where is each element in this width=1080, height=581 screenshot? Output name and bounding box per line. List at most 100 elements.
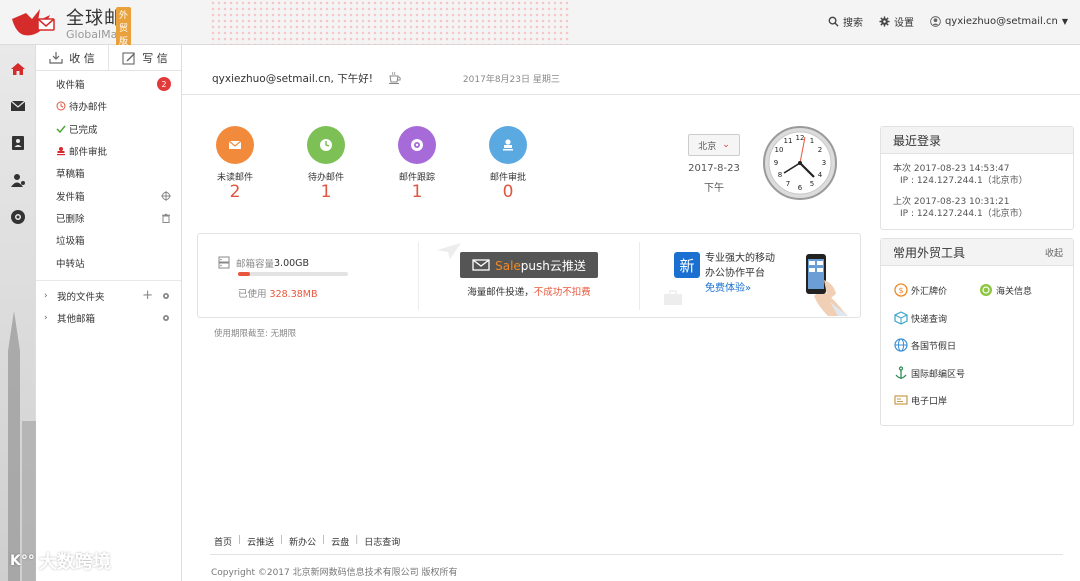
search-link[interactable]: 搜索 xyxy=(828,14,863,29)
footer-divider xyxy=(210,554,1063,555)
folder-group-label: 我的文件夹 xyxy=(57,291,105,303)
tool-label: 外汇牌价 xyxy=(911,286,948,297)
xin-line1: 专业强大的移动 xyxy=(705,253,775,264)
folder-spam[interactable]: 垃圾箱 xyxy=(36,229,181,251)
stat-unread[interactable]: 未读邮件 2 xyxy=(200,126,270,201)
add-folder-icon[interactable]: + xyxy=(142,288,153,303)
top-links: 搜索 设置 qyxiezhuo@setmail.cn ▼ xyxy=(828,14,1068,29)
stat-value: 1 xyxy=(320,182,332,202)
other-mailboxes[interactable]: › 其他邮箱 xyxy=(36,307,181,329)
stat-value: 0 xyxy=(502,182,514,202)
my-folders[interactable]: › 我的文件夹 + xyxy=(36,285,181,307)
trade-tools-panel: 常用外贸工具 收起 $ 外汇牌价 海关信息 快递查询 各国节假日 国际邮编区号 … xyxy=(880,238,1074,426)
target-icon xyxy=(411,139,423,151)
tool-express[interactable]: 快递查询 xyxy=(894,311,947,325)
folder-approval[interactable]: 邮件审批 xyxy=(36,140,181,162)
footer-link[interactable]: 新办公 xyxy=(289,535,316,548)
footer-link[interactable]: 首页 xyxy=(214,535,232,548)
tool-e-port[interactable]: 电子口岸 xyxy=(894,393,947,407)
footer-link[interactable]: 日志查询 xyxy=(364,535,400,548)
top-header: 全球邮 GlobalMail 外贸版 搜索 设置 qyxiezhuo@setma… xyxy=(0,0,1080,48)
mail-nav[interactable] xyxy=(7,95,29,117)
unread-count-badge: 2 xyxy=(157,77,171,92)
tool-label: 海关信息 xyxy=(996,286,1033,297)
apps-nav[interactable] xyxy=(7,206,29,228)
city-select[interactable]: 北京 ⌄ xyxy=(688,134,740,156)
app-logo[interactable]: 全球邮 GlobalMail 外贸版 xyxy=(10,4,132,48)
stat-circle xyxy=(489,126,527,164)
contacts-nav[interactable] xyxy=(7,132,29,154)
folder-todo[interactable]: 待办邮件 xyxy=(36,95,181,117)
folder-label: 中转站 xyxy=(56,258,85,270)
trash-icon[interactable] xyxy=(161,213,171,223)
login-time: 上次 2017-08-23 10:31:21 xyxy=(893,197,1010,207)
tool-holidays[interactable]: 各国节假日 xyxy=(894,338,956,352)
watermark-logo-icon: K°° xyxy=(10,553,35,569)
watermark-text: 大数跨境 xyxy=(38,552,111,573)
footer-link[interactable]: 云推送 xyxy=(247,535,274,548)
home-nav[interactable] xyxy=(7,58,29,80)
stat-approval[interactable]: 邮件审批 0 xyxy=(473,126,543,201)
folder-outbox[interactable]: 发件箱 xyxy=(36,184,181,206)
salepush-brand-b: push xyxy=(520,258,550,273)
search-label: 搜索 xyxy=(842,18,863,29)
stat-circle xyxy=(216,126,254,164)
globe-icon xyxy=(894,338,908,352)
svg-text:11: 11 xyxy=(784,137,793,145)
copyright: Copyright ©2017 北京新网数码信息技术有限公司 版权所有 xyxy=(211,568,458,578)
gear-icon[interactable] xyxy=(161,313,171,323)
clock-date: 2017-8-23 xyxy=(688,163,740,174)
greeting-date: 2017年8月23日 星期三 xyxy=(462,74,560,85)
salepush-banner[interactable]: Salepush云推送 xyxy=(460,252,598,278)
account-email: qyxiezhuo@setmail.cn xyxy=(944,16,1058,27)
receive-button[interactable]: 收 信 xyxy=(36,45,109,70)
stat-value: 2 xyxy=(229,182,241,202)
analog-clock-icon: 12 12 345 678 91011 xyxy=(763,126,837,200)
capacity-total: 3.00GB xyxy=(274,257,310,269)
expiry-note: 使用期限截至: 无期限 xyxy=(214,329,297,339)
chevron-right-icon: › xyxy=(44,312,48,323)
last-login-panel: 最近登录 本次 2017-08-23 14:53:47 IP : 124.127… xyxy=(880,126,1074,230)
footer-link[interactable]: 云盘 xyxy=(331,535,349,548)
tool-customs[interactable]: 海关信息 xyxy=(979,283,1032,297)
svg-text:4: 4 xyxy=(818,171,823,179)
paper-plane-icon xyxy=(437,243,461,259)
account-menu[interactable]: qyxiezhuo@setmail.cn ▼ xyxy=(930,14,1068,29)
folder-transfer[interactable]: 中转站 xyxy=(36,251,181,273)
free-trial-link[interactable]: 免费体验» xyxy=(705,281,775,296)
promo-divider xyxy=(639,242,640,310)
tool-postal-code[interactable]: 国际邮编区号 xyxy=(894,366,965,380)
capacity-line: 邮箱容量 3.00GB xyxy=(218,256,318,270)
check-icon xyxy=(56,125,66,133)
folder-done[interactable]: 已完成 xyxy=(36,118,181,140)
user-admin-nav[interactable] xyxy=(7,169,29,191)
envelope-icon xyxy=(10,100,26,111)
folder-inbox[interactable]: 收件箱 2 xyxy=(36,73,181,95)
coffee-cup-icon xyxy=(388,71,401,84)
folder-label: 收件箱 xyxy=(56,80,85,92)
watermark: K°° 大数跨境 xyxy=(10,548,111,574)
user-settings-icon xyxy=(11,174,25,187)
app-name-en: GlobalMail xyxy=(66,28,124,41)
mailbox-capacity: 邮箱容量 3.00GB 已使用 328.38MB xyxy=(218,256,348,300)
currency-icon: $ xyxy=(894,283,908,297)
settings-link[interactable]: 设置 xyxy=(879,14,914,29)
compose-button[interactable]: 写 信 xyxy=(109,45,181,70)
svg-text:2: 2 xyxy=(818,146,822,154)
svg-text:9: 9 xyxy=(774,159,778,167)
tool-exchange-rate[interactable]: $ 外汇牌价 xyxy=(894,283,947,297)
crosshair-icon[interactable] xyxy=(161,190,171,201)
footer-separator: | xyxy=(238,535,242,545)
footer-separator: | xyxy=(280,535,284,545)
stat-tracking[interactable]: 邮件跟踪 1 xyxy=(382,126,452,201)
salepush-desc-a: 海量邮件投递， xyxy=(467,287,534,298)
collapse-link[interactable]: 收起 xyxy=(1045,246,1063,259)
footer-separator: | xyxy=(322,535,326,545)
gear-icon[interactable] xyxy=(161,291,171,301)
app-name-zh: 全球邮 xyxy=(66,8,123,29)
stat-todo[interactable]: 待办邮件 1 xyxy=(291,126,361,201)
xin-line2: 办公协作平台 xyxy=(705,268,765,279)
login-row: 上次 2017-08-23 10:31:21 IP : 124.127.244.… xyxy=(881,196,1073,220)
folder-deleted[interactable]: 已删除 xyxy=(36,207,181,229)
folder-drafts[interactable]: 草稿箱 xyxy=(36,162,181,184)
